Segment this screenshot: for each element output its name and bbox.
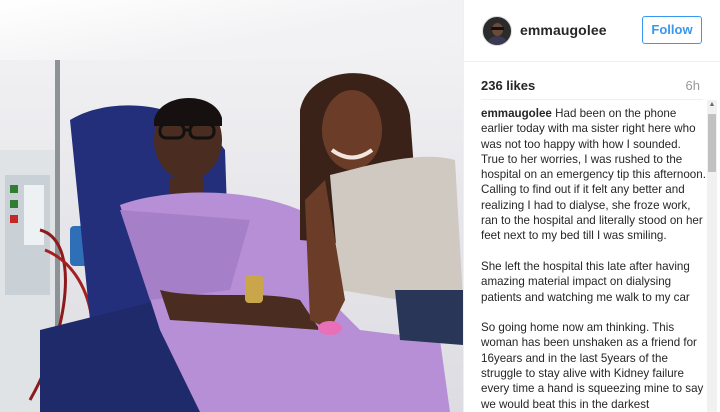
caption-scrollbar[interactable]: ▲: [707, 100, 717, 412]
caption-paragraph-3: So going home now am thinking. This woma…: [481, 321, 704, 411]
post-header: emmaugolee Follow: [464, 0, 720, 62]
post-age[interactable]: 6h: [686, 78, 700, 93]
caption-text-1b: True to her worries, I was rushed to the…: [481, 152, 706, 243]
visitor-top: [330, 156, 463, 300]
wristwatch: [245, 275, 263, 303]
avatar-shoulders: [486, 36, 509, 45]
caption-paragraph-2: She left the hospital this late after ha…: [481, 259, 690, 304]
photo-scene: [0, 40, 463, 412]
avatar[interactable]: [482, 16, 512, 46]
scrollbar-thumb[interactable]: [708, 114, 716, 172]
likes-row: 236 likes 6h: [464, 62, 720, 100]
post-username[interactable]: emmaugolee: [520, 22, 607, 38]
follow-button[interactable]: Follow: [642, 16, 702, 44]
likes-count[interactable]: 236 likes: [481, 78, 535, 93]
divider: [481, 99, 703, 100]
chevron-up-icon[interactable]: ▲: [707, 100, 717, 110]
avatar-glasses: [491, 27, 504, 30]
caption-paragraph: emmaugolee Had been on the phone earlier…: [481, 106, 707, 244]
post-photo[interactable]: [0, 0, 463, 412]
post-sidebar: emmaugolee Follow 236 likes 6h emmaugole…: [463, 0, 720, 412]
photo-top-overlay: [0, 0, 463, 60]
caption: emmaugolee Had been on the phone earlier…: [481, 106, 707, 412]
caption-username[interactable]: emmaugolee: [481, 107, 552, 120]
